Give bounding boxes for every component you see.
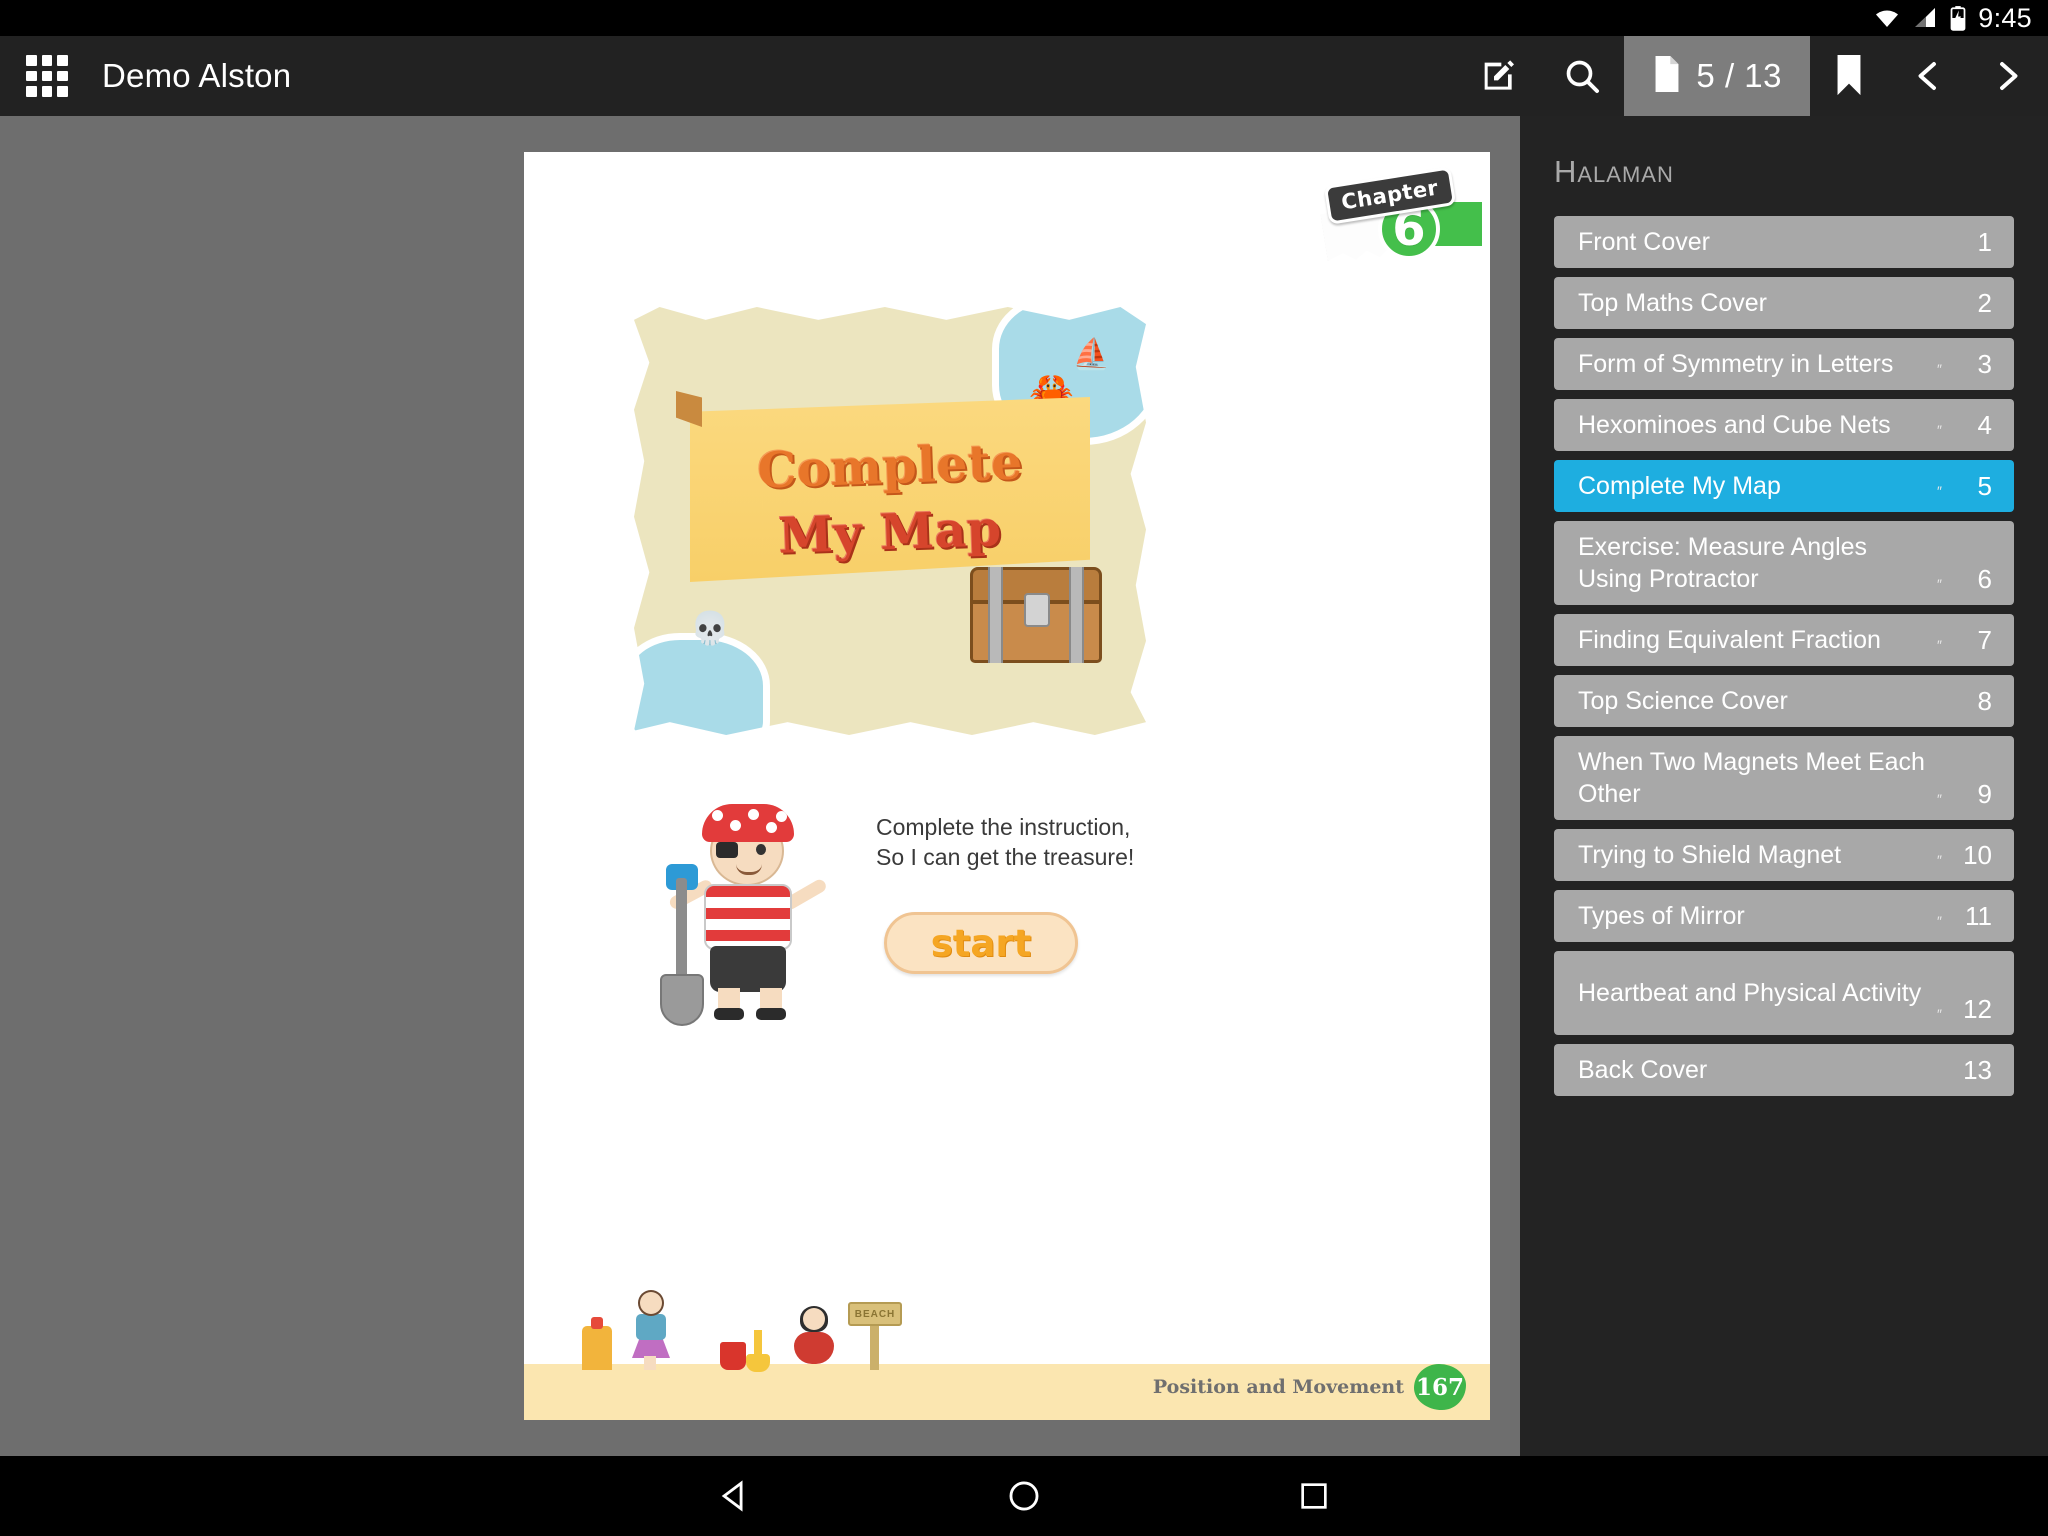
toc-item-number: 2 <box>1977 288 1992 318</box>
toc-item[interactable]: Heartbeat and Physical Activity ″ 12 <box>1554 951 2014 1035</box>
spade-icon <box>746 1330 770 1372</box>
status-bar: 9:45 <box>0 0 2048 36</box>
instruction-line-1: Complete the instruction, <box>876 814 1131 840</box>
book-page[interactable]: 6 Chapter ⛵ 🦀 Complete My Map 💀 Complete… <box>524 152 1490 1420</box>
app-bar-actions: 5 / 13 <box>1456 36 2048 116</box>
search-icon[interactable] <box>1540 36 1624 116</box>
chevron-right-icon[interactable] <box>1968 36 2048 116</box>
system-navigation-bar <box>0 1456 2048 1536</box>
bookmark-icon[interactable] <box>1810 36 1888 116</box>
toc-item-label: Finding Equivalent Fraction <box>1578 626 1881 654</box>
toc-item-label: Complete My Map <box>1578 472 1781 500</box>
toc-item-label: When Two Magnets Meet Each Other <box>1578 748 1925 808</box>
toc-item-mark: ″ <box>1937 913 1942 929</box>
toc-item-label: Trying to Shield Magnet <box>1578 841 1842 869</box>
edit-pencil-icon[interactable] <box>1456 36 1540 116</box>
toc-item-number: 1 <box>1977 227 1992 257</box>
footer-title: Position and Movement <box>1152 1376 1404 1398</box>
content-area: 6 Chapter ⛵ 🦀 Complete My Map 💀 Complete… <box>0 116 2048 1456</box>
page-indicator-button[interactable]: 5 / 13 <box>1624 36 1810 116</box>
toc-item[interactable]: Form of Symmetry in Letters ″ 3 <box>1554 338 2014 390</box>
page-footer: Position and Movement 167 <box>1153 1364 1466 1410</box>
square-recents-icon[interactable] <box>1284 1466 1344 1526</box>
toc-item-number: 7 <box>1977 625 1992 655</box>
toc-list: Front Cover 1 Top Maths Cover 2 Form of Symm… <box>1554 216 2014 1096</box>
toc-item-label: Form of Symmetry in Letters <box>1578 350 1894 378</box>
toc-item-label: Back Cover <box>1578 1056 1708 1084</box>
toc-item-number: 9 <box>1977 779 1992 809</box>
toc-item-mark: ″ <box>1937 791 1942 807</box>
triangle-back-icon[interactable] <box>704 1466 764 1526</box>
toc-item-mark: ″ <box>1937 361 1942 377</box>
toc-item-number: 4 <box>1977 410 1992 440</box>
table-of-contents-sidebar: Halaman Front Cover 1 Top Maths Cover 2 Form… <box>1520 116 2048 1456</box>
toc-item-label: Exercise: Measure Angles Using Protracto… <box>1578 533 1868 593</box>
skull-and-crossbones-icon: 💀 <box>690 610 730 646</box>
toc-item[interactable]: When Two Magnets Meet Each Other ″ 9 <box>1554 736 2014 820</box>
document-icon <box>1652 55 1682 97</box>
toc-item[interactable]: Finding Equivalent Fraction ″ 7 <box>1554 614 2014 666</box>
start-button[interactable]: start <box>884 912 1078 974</box>
toc-item-number: 13 <box>1963 1055 1992 1085</box>
toc-item-label: Front Cover <box>1578 228 1710 256</box>
beach-scene: BEACH <box>582 1286 902 1372</box>
pirate-boy-illustration <box>654 792 864 1026</box>
toc-item[interactable]: Trying to Shield Magnet ″ 10 <box>1554 829 2014 881</box>
app-root: 9:45 Demo Alston 5 / 13 6 Chapter ⛵ 🦀 Co… <box>0 0 2048 1536</box>
toc-item-label: Top Science Cover <box>1578 687 1788 715</box>
toc-item[interactable]: Front Cover 1 <box>1554 216 2014 268</box>
sailing-ship-icon: ⛵ <box>1072 338 1110 371</box>
app-bar: Demo Alston 5 / 13 <box>0 36 2048 116</box>
start-button-label: start <box>930 921 1032 965</box>
toc-item[interactable]: Complete My Map ″ 5 <box>1554 460 2014 512</box>
toc-item-number: 6 <box>1977 564 1992 594</box>
apps-grid-icon[interactable] <box>26 55 68 97</box>
toc-item-label: Top Maths Cover <box>1578 289 1767 317</box>
toc-item-mark: ″ <box>1937 422 1942 438</box>
toc-item-mark: ″ <box>1937 1006 1942 1022</box>
treasure-map-illustration: ⛵ 🦀 Complete My Map 💀 <box>634 307 1146 735</box>
instruction-text: Complete the instruction, So I can get t… <box>876 812 1186 873</box>
toc-item-number: 10 <box>1963 840 1992 870</box>
toc-item-number: 12 <box>1963 994 1992 1024</box>
signal-icon <box>1912 6 1938 30</box>
toc-item-label: Heartbeat and Physical Activity <box>1578 979 1922 1007</box>
toc-item[interactable]: Exercise: Measure Angles Using Protracto… <box>1554 521 2014 605</box>
toc-item-number: 3 <box>1977 349 1992 379</box>
toc-item[interactable]: Top Maths Cover 2 <box>1554 277 2014 329</box>
toc-item-number: 11 <box>1965 901 1992 931</box>
toc-item-label: Types of Mirror <box>1578 902 1745 930</box>
toc-item[interactable]: Back Cover 13 <box>1554 1044 2014 1096</box>
toc-item[interactable]: Top Science Cover 8 <box>1554 675 2014 727</box>
toc-item[interactable]: Types of Mirror ″ 11 <box>1554 890 2014 942</box>
sidebar-title: Halaman <box>1554 154 1674 189</box>
beach-sign: BEACH <box>848 1302 902 1326</box>
chevron-left-icon[interactable] <box>1888 36 1968 116</box>
page-indicator-text: 5 / 13 <box>1696 57 1782 94</box>
treasure-chest-icon <box>970 567 1102 663</box>
toc-item-mark: ″ <box>1937 483 1942 499</box>
instruction-line-2: So I can get the treasure! <box>876 844 1135 871</box>
footer-page-number: 167 <box>1414 1364 1466 1410</box>
clock: 9:45 <box>1978 2 2032 33</box>
page-title: Demo Alston <box>102 57 292 94</box>
toc-item-mark: ″ <box>1937 637 1942 653</box>
toc-item-number: 8 <box>1977 686 1992 716</box>
bucket-icon <box>720 1342 746 1370</box>
wifi-icon <box>1872 6 1902 30</box>
banner-fold <box>676 391 702 427</box>
circle-home-icon[interactable] <box>994 1466 1054 1526</box>
toc-item-number: 5 <box>1977 471 1992 501</box>
chapter-tag: 6 Chapter <box>1282 166 1482 266</box>
sandcastle-icon <box>582 1317 612 1370</box>
battery-charging-icon <box>1948 5 1968 31</box>
toc-item-mark: ″ <box>1937 852 1942 868</box>
toc-item-label: Hexominoes and Cube Nets <box>1578 411 1891 439</box>
toc-item-mark: ″ <box>1937 576 1942 592</box>
toc-item[interactable]: Hexominoes and Cube Nets ″ 4 <box>1554 399 2014 451</box>
sea-bottom-left <box>634 633 770 735</box>
